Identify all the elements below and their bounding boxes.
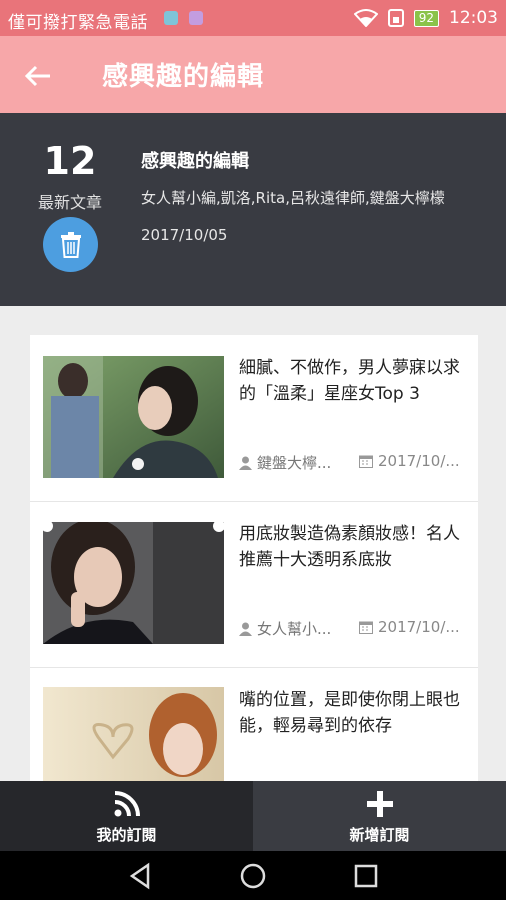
trash-icon	[60, 231, 81, 258]
status-bar: 僅可撥打緊急電話 92 12:03	[0, 0, 506, 36]
header-title: 感興趣的編輯	[141, 151, 249, 172]
nav-home-icon[interactable]	[238, 861, 268, 891]
rss-icon	[114, 791, 140, 817]
system-nav-bar	[0, 851, 506, 900]
delete-button[interactable]	[43, 217, 98, 272]
article-author-name: 女人幫小...	[257, 620, 332, 638]
article-date: 2017/10/...	[359, 452, 460, 470]
tab-label: 新增訂閱	[349, 826, 410, 844]
nav-recents-icon[interactable]	[351, 861, 381, 891]
carrier-text: 僅可撥打緊急電話	[8, 13, 148, 33]
article-author-name: 鍵盤大檸...	[257, 454, 332, 472]
clock: 12:03	[449, 8, 498, 28]
back-arrow-icon[interactable]	[22, 60, 54, 92]
editor-list: 女人幫小編,凱洛,Rita,呂秋遠律師,鍵盤大檸檬	[141, 189, 445, 207]
article-card[interactable]: 用底妝製造偽素顏妝感！名人推薦十大透明系底妝 女人幫小... 2017/10/.…	[30, 501, 478, 668]
article-card[interactable]: 嘴的位置，是即使你閉上眼也能，輕易尋到的依存	[30, 667, 478, 781]
article-title: 嘴的位置，是即使你閉上眼也能，輕易尋到的依存	[239, 690, 460, 736]
editor-header: 12 最新文章 感興趣的編輯 女人幫小編,凱洛,Rita,呂秋遠律師,鍵盤大檸檬…	[0, 113, 506, 306]
nav-back-icon[interactable]	[126, 861, 156, 891]
article-title: 細膩、不做作，男人夢寐以求的「溫柔」星座女Top 3	[239, 358, 460, 404]
article-card[interactable]: 細膩、不做作，男人夢寐以求的「溫柔」星座女Top 3 鍵盤大檸... 2017/…	[30, 335, 478, 502]
calendar-icon	[359, 455, 373, 468]
article-title: 用底妝製造偽素顏妝感！名人推薦十大透明系底妝	[239, 524, 460, 570]
tab-my-subscriptions[interactable]: 我的訂閱	[0, 781, 253, 851]
article-thumbnail	[43, 356, 224, 478]
article-count: 12	[43, 139, 97, 183]
page-title: 感興趣的編輯	[102, 62, 265, 92]
article-list: 細膩、不做作，男人夢寐以求的「溫柔」星座女Top 3 鍵盤大檸... 2017/…	[30, 335, 478, 781]
article-count-label: 最新文章	[37, 193, 102, 212]
tab-label: 我的訂閱	[96, 826, 157, 844]
sim-icon	[387, 9, 404, 27]
user-icon	[239, 456, 252, 470]
battery-indicator: 92	[413, 9, 439, 27]
user-icon	[239, 622, 252, 636]
wifi-icon	[353, 9, 378, 27]
header-date: 2017/10/05	[141, 226, 228, 244]
article-thumbnail	[43, 522, 224, 644]
notification-icon-2	[189, 11, 203, 25]
calendar-icon	[359, 621, 373, 634]
article-thumbnail	[43, 687, 224, 781]
app-bar: 感興趣的編輯	[0, 36, 506, 113]
article-author: 女人幫小...	[239, 618, 331, 639]
plus-icon	[367, 791, 393, 817]
article-author: 鍵盤大檸...	[239, 452, 331, 473]
bottom-tab-bar: 我的訂閱 新增訂閱	[0, 781, 506, 851]
article-date: 2017/10/...	[359, 618, 460, 636]
notification-icon	[164, 11, 178, 25]
tab-add-subscription[interactable]: 新增訂閱	[253, 781, 506, 851]
article-date-text: 2017/10/...	[378, 618, 460, 636]
article-date-text: 2017/10/...	[378, 452, 460, 470]
